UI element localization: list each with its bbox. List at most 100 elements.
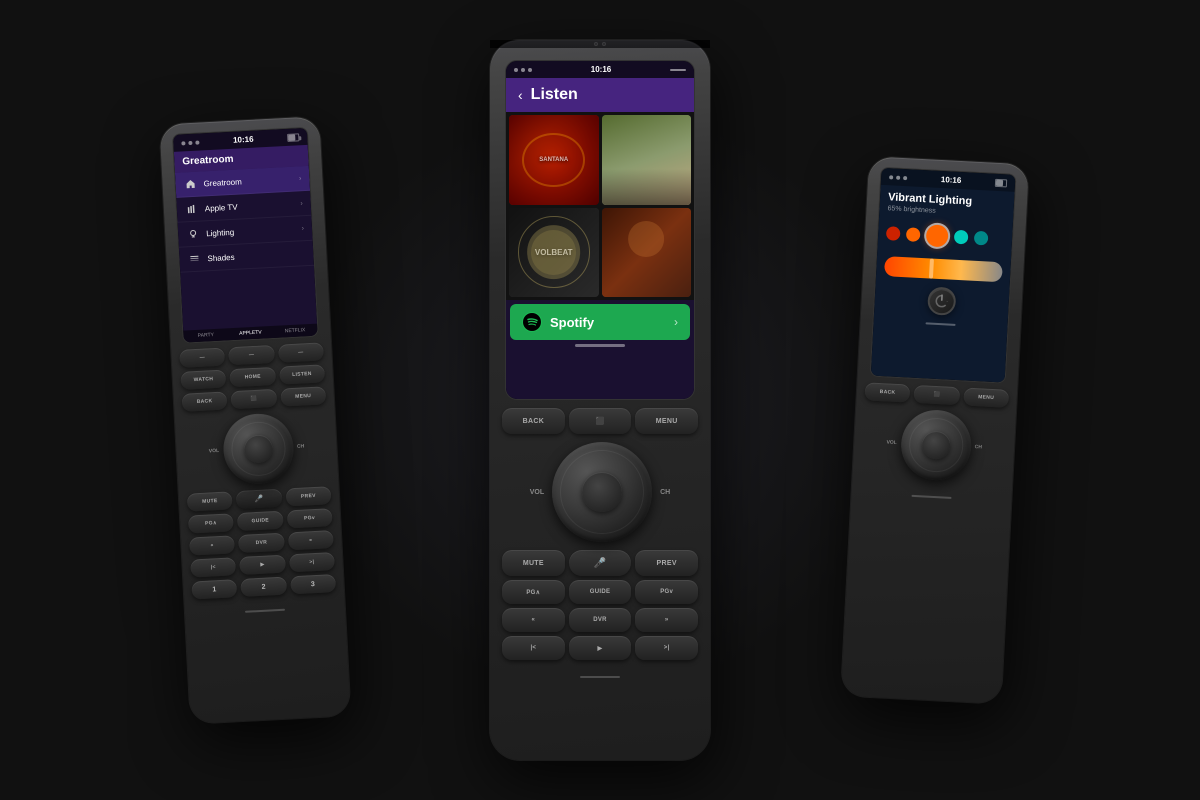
btn-back-center[interactable]: BACK	[502, 408, 565, 434]
remote-left: 10:16 Greatroom Greatroom ›	[159, 116, 350, 724]
btn-rew-left[interactable]: «	[189, 535, 235, 555]
spotify-bar[interactable]: Spotify ›	[510, 304, 690, 340]
brightness-handle[interactable]	[929, 258, 934, 278]
center-screen: 10:16 ‹ Listen SANTANA	[506, 61, 694, 399]
btn-pgup-center[interactable]: PG∧	[502, 580, 565, 604]
left-battery	[287, 133, 299, 142]
spotify-chevron-icon: ›	[674, 315, 678, 329]
wheel-rings-left	[230, 421, 287, 478]
remote-center: 10:16 ‹ Listen SANTANA	[490, 40, 710, 760]
btn-1-left[interactable]: 1	[191, 579, 237, 599]
swatch-orange-selected[interactable]	[926, 224, 949, 247]
cdot1	[514, 68, 518, 72]
dot1	[181, 141, 185, 145]
dot2	[188, 140, 192, 144]
btn-menu-left[interactable]: MENU	[280, 386, 326, 406]
left-status-dots	[181, 140, 199, 145]
swatch-cyan[interactable]	[954, 230, 969, 245]
btn-play-left[interactable]: ▶	[239, 555, 285, 575]
btn-back-left[interactable]: BACK	[182, 391, 228, 411]
swatch-orange[interactable]	[906, 227, 921, 242]
center-row1: BACK ⬛ MENU	[502, 408, 698, 434]
btn-home[interactable]: HOME	[230, 367, 276, 387]
left-buttons: — — — WATCH HOME LISTEN BACK ⬛ MENU VOL	[171, 336, 345, 610]
album-country[interactable]	[602, 115, 692, 205]
btn-dvr-left[interactable]: DVR	[238, 533, 284, 553]
appletv-icon	[185, 202, 200, 217]
btn-tv-center[interactable]: ⬛	[569, 408, 632, 434]
btn-menu-right[interactable]: MENU	[963, 387, 1009, 407]
scene: 10:16 Greatroom Greatroom ›	[0, 0, 1200, 800]
btn-mic-center[interactable]: 🎤	[569, 550, 632, 576]
btn-mute-left[interactable]: MUTE	[187, 491, 233, 511]
btn-tv-left[interactable]: ⬛	[231, 389, 277, 409]
btn-watch[interactable]: WATCH	[180, 369, 226, 389]
btn-guide-center[interactable]: GUIDE	[569, 580, 632, 604]
center-screen-area: 10:16 ‹ Listen SANTANA	[505, 60, 695, 400]
btn-menu-center[interactable]: MENU	[635, 408, 698, 434]
btn-pgdn-left[interactable]: PGv	[286, 508, 332, 528]
left-row8: |< ▶ >|	[190, 552, 335, 578]
btn-listen[interactable]: LISTEN	[279, 364, 325, 384]
center-notch	[490, 40, 710, 48]
color-swatches	[877, 218, 1012, 255]
rdot2	[896, 175, 900, 179]
btn-skipback-center[interactable]: |<	[502, 636, 565, 660]
album-romantic[interactable]	[602, 208, 692, 298]
btn-guide-left[interactable]: GUIDE	[237, 511, 283, 531]
album-volbeat[interactable]: VOLBEAT	[509, 208, 599, 298]
btn-prev-center[interactable]: PREV	[635, 550, 698, 576]
power-button[interactable]	[927, 286, 956, 315]
menu-greatroom-label: Greatroom	[203, 174, 299, 188]
btn-3-left[interactable]: 3	[290, 574, 336, 594]
btn-mic-left[interactable]: 🎤	[236, 489, 282, 509]
btn-dash1[interactable]: —	[179, 347, 225, 367]
btn-pgup-left[interactable]: PG∧	[188, 513, 234, 533]
tab-party[interactable]: PARTY	[183, 328, 228, 342]
btn-skipfwd-left[interactable]: >|	[289, 552, 335, 572]
btn-back-right[interactable]: BACK	[864, 382, 910, 402]
btn-pgdn-center[interactable]: PGv	[635, 580, 698, 604]
btn-prev-left[interactable]: PREV	[285, 486, 331, 506]
center-row4: PG∧ GUIDE PGv	[502, 580, 698, 604]
btn-fwd-left[interactable]: »	[288, 530, 334, 550]
menu-shades-label: Shades	[207, 249, 305, 263]
volbeat-label: VOLBEAT	[509, 208, 599, 298]
nav-wheel-center[interactable]	[552, 442, 652, 542]
tab-appletv[interactable]: APPLETV	[228, 326, 273, 340]
left-screen: 10:16 Greatroom Greatroom ›	[173, 128, 318, 343]
left-row2: WATCH HOME LISTEN	[180, 364, 325, 390]
btn-tv-right[interactable]: ⬛	[914, 385, 960, 405]
btn-dash3[interactable]: —	[278, 342, 324, 362]
btn-skipback-left[interactable]: |<	[190, 557, 236, 577]
left-row5: MUTE 🎤 PREV	[187, 486, 332, 512]
btn-rew-center[interactable]: «	[502, 608, 565, 632]
center-status-line	[670, 69, 686, 71]
center-nav-container: VOL CH	[502, 442, 698, 542]
cdot2	[521, 68, 525, 72]
brightness-slider[interactable]	[884, 256, 1003, 282]
btn-2-left[interactable]: 2	[241, 577, 287, 597]
btn-fwd-center[interactable]: »	[635, 608, 698, 632]
nav-wheel-right[interactable]	[899, 408, 973, 482]
btn-mute-center[interactable]: MUTE	[502, 550, 565, 576]
chevron-right-icon2: ›	[300, 200, 303, 207]
btn-dash2[interactable]: —	[228, 345, 274, 365]
center-status-bar: 10:16	[506, 61, 694, 78]
rdot1	[889, 175, 893, 179]
right-battery	[995, 178, 1007, 187]
right-buttons: BACK ⬛ MENU VOL CH	[852, 376, 1018, 496]
dot3	[195, 140, 199, 144]
btn-play-center[interactable]: ▶	[569, 636, 632, 660]
left-row1: — — —	[179, 342, 324, 368]
nav-wheel-left[interactable]	[221, 412, 295, 486]
album-santana[interactable]: SANTANA	[509, 115, 599, 205]
swatch-teal[interactable]	[974, 231, 989, 246]
swatch-red[interactable]	[886, 226, 901, 241]
btn-dvr-center[interactable]: DVR	[569, 608, 632, 632]
spotify-label: Spotify	[550, 315, 674, 330]
btn-skipfwd-center[interactable]: >|	[635, 636, 698, 660]
back-arrow-icon[interactable]: ‹	[518, 87, 523, 103]
tab-netflix[interactable]: NETFLIX	[272, 324, 317, 338]
right-battery-fill	[996, 179, 1003, 185]
